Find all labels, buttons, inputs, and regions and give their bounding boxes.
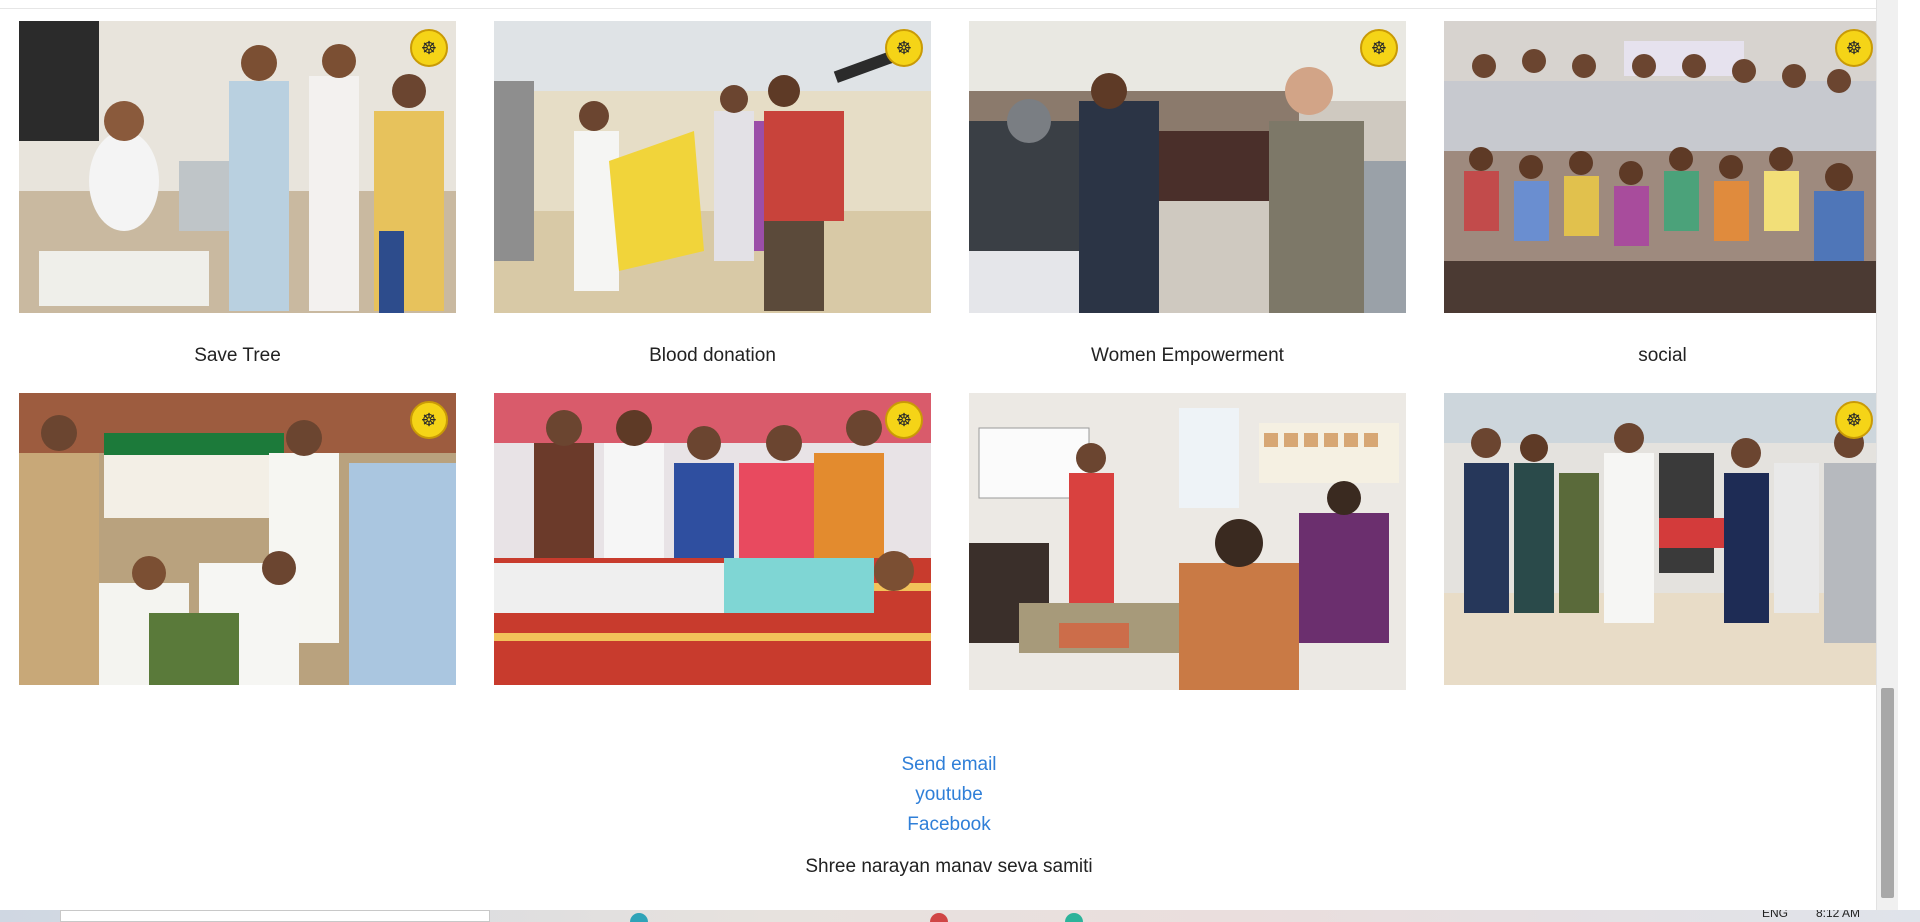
taskbar-app-icon[interactable]	[930, 913, 948, 922]
samiti-logo-icon: ☸	[1835, 401, 1873, 439]
samiti-logo-icon: ☸	[885, 401, 923, 439]
samiti-logo-icon: ☸	[1835, 29, 1873, 67]
youtube-link[interactable]: youtube	[0, 780, 1898, 810]
taskbar-search-box[interactable]	[60, 910, 490, 922]
organization-name: Shree narayan manav seva samiti	[805, 856, 1093, 877]
photo-scene	[1444, 21, 1881, 313]
language-indicator[interactable]: ENG	[1762, 910, 1788, 920]
gallery-card: ☸ social	[1444, 21, 1881, 397]
page: ☸ Save Tree ☸ Blood donation ☸ Women Emp…	[0, 0, 1898, 910]
gallery-row-2: ☸ ☸ ☸	[19, 393, 1881, 690]
gallery-card-social: ☸	[1444, 393, 1881, 690]
taskbar-app-icon[interactable]	[630, 913, 648, 922]
facebook-link[interactable]: Facebook	[0, 810, 1898, 840]
top-divider	[0, 0, 1898, 9]
gallery-caption: Save Tree	[194, 345, 281, 366]
gallery-row-1: ☸ Save Tree ☸ Blood donation ☸ Women Emp…	[19, 21, 1881, 397]
vertical-scrollbar[interactable]	[1876, 0, 1898, 910]
photo-scene	[19, 21, 456, 313]
samiti-logo-icon: ☸	[885, 29, 923, 67]
footer: Send email youtube Facebook Shree naraya…	[0, 750, 1898, 878]
photo-blanket-distribution[interactable]: ☸	[969, 21, 1406, 313]
gallery-card: ☸ Blood donation	[494, 21, 931, 397]
windows-taskbar: ENG 8:12 AM	[0, 910, 1920, 922]
photo-scene	[494, 21, 931, 313]
samiti-logo-icon: ☸	[410, 29, 448, 67]
gallery-card: ☸ Women Empowerment	[969, 21, 1406, 397]
photo-road-rally[interactable]: ☸	[494, 21, 931, 313]
gallery-caption: Women Empowerment	[1091, 345, 1284, 366]
photo-medical-camp[interactable]: ☸	[19, 21, 456, 313]
send-email-link[interactable]: Send email	[0, 750, 1898, 780]
gallery-caption: social	[1638, 345, 1687, 366]
taskbar-app-icon[interactable]	[1065, 913, 1083, 922]
gallery-card-women-empowerment	[969, 393, 1406, 690]
photo-blood-donation[interactable]: ☸	[494, 393, 931, 685]
clock[interactable]: 8:12 AM	[1816, 910, 1860, 920]
photo-scene	[1444, 393, 1881, 685]
photo-scene	[494, 393, 931, 685]
photo-children-group[interactable]: ☸	[1444, 21, 1881, 313]
gallery-card: ☸ Save Tree	[19, 21, 456, 397]
photo-scene	[969, 393, 1406, 690]
samiti-logo-icon: ☸	[1360, 29, 1398, 67]
photo-water-cooler-inauguration[interactable]: ☸	[1444, 393, 1881, 685]
photo-scene	[969, 21, 1406, 313]
samiti-logo-icon: ☸	[410, 401, 448, 439]
footer-links: Send email youtube Facebook	[0, 750, 1898, 840]
scrollbar-thumb[interactable]	[1881, 688, 1894, 898]
photo-scene	[19, 393, 456, 685]
gallery-caption: Blood donation	[649, 345, 776, 366]
gallery-card-blood-donation: ☸	[494, 393, 931, 690]
system-tray: ENG 8:12 AM	[1762, 910, 1860, 920]
photo-sewing-class[interactable]	[969, 393, 1406, 690]
gallery-card-save-tree: ☸	[19, 393, 456, 690]
photo-tree-plantation[interactable]: ☸	[19, 393, 456, 685]
